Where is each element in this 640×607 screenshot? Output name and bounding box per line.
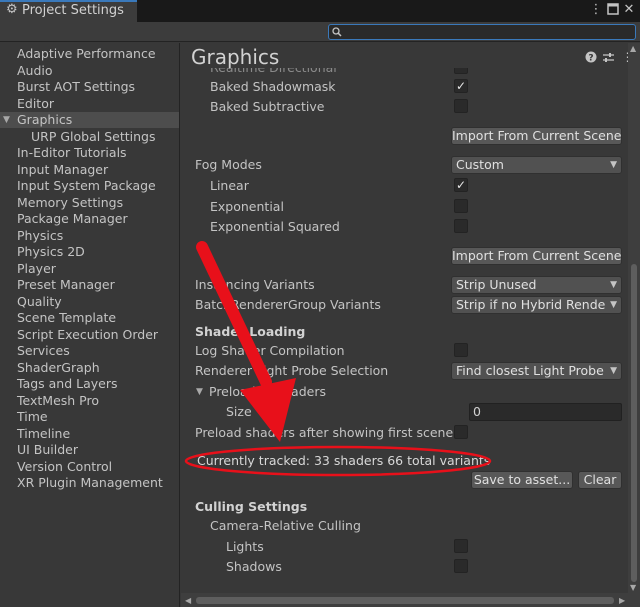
sidebar-item-memory-settings[interactable]: Memory Settings	[0, 195, 179, 211]
preloaded-shaders-foldout-icon[interactable]: ▼	[196, 384, 203, 400]
sidebar-item-services[interactable]: Services	[0, 343, 179, 359]
scroll-right-arrow-icon[interactable]: ▶	[619, 596, 625, 606]
light-probe-selection-label: Renderer Light Probe Selection	[195, 363, 389, 378]
log-shader-compilation-checkbox[interactable]	[454, 343, 468, 357]
fog-modes-label: Fog Modes	[195, 157, 262, 172]
linear-checkbox[interactable]: ✓	[454, 178, 468, 192]
preload-after-first-scene-checkbox[interactable]	[454, 425, 468, 439]
instancing-variants-dropdown[interactable]: Strip Unused ▼	[451, 276, 622, 294]
expand-triangle-icon[interactable]: ▼	[3, 112, 10, 128]
window-title: Project Settings	[22, 3, 124, 18]
brg-variants-label: BatchRendererGroup Variants	[195, 297, 381, 312]
baked-shadowmask-checkbox[interactable]: ✓	[454, 79, 468, 93]
search-input[interactable]	[328, 24, 636, 40]
scroll-down-arrow-icon[interactable]: ▼	[630, 583, 636, 593]
baked-subtractive-checkbox[interactable]	[454, 99, 468, 113]
close-icon[interactable]: ✕	[622, 3, 636, 17]
shadows-checkbox[interactable]	[454, 559, 468, 573]
shadows-label: Shadows	[226, 559, 282, 574]
dropdown-arrow-icon: ▼	[610, 160, 617, 170]
clear-button[interactable]: Clear	[578, 471, 622, 489]
sidebar-item-burst-aot-settings[interactable]: Burst AOT Settings	[0, 79, 179, 95]
exponential-squared-checkbox[interactable]	[454, 219, 468, 233]
exponential-squared-label: Exponential Squared	[210, 219, 340, 234]
dropdown-arrow-icon: ▼	[610, 300, 617, 310]
svg-text:?: ?	[588, 53, 593, 63]
sidebar-item-input-manager[interactable]: Input Manager	[0, 162, 179, 178]
shader-loading-header: Shader Loading	[195, 324, 306, 339]
instancing-variants-label: Instancing Variants	[195, 277, 315, 292]
sidebar-item-time[interactable]: Time	[0, 409, 179, 425]
sidebar-item-preset-manager[interactable]: Preset Manager	[0, 277, 179, 293]
scroll-up-arrow-icon[interactable]: ▲	[630, 44, 636, 54]
kebab-menu-icon[interactable]: ⋮	[589, 3, 603, 17]
log-shader-compilation-label: Log Shader Compilation	[195, 343, 345, 358]
sidebar-item-tags-and-layers[interactable]: Tags and Layers	[0, 376, 179, 392]
sidebar-item-input-system-package[interactable]: Input System Package	[0, 178, 179, 194]
sidebar-item-scene-template[interactable]: Scene Template	[0, 310, 179, 326]
linear-label: Linear	[210, 178, 249, 193]
brg-variants-dropdown[interactable]: Strip if no Hybrid Renderer ▼	[451, 296, 622, 314]
dropdown-arrow-icon: ▼	[610, 366, 617, 376]
vertical-scrollbar-thumb[interactable]	[631, 264, 637, 582]
sidebar-item-editor[interactable]: Editor	[0, 96, 179, 112]
sidebar-item-textmesh-pro[interactable]: TextMesh Pro	[0, 393, 179, 409]
sidebar-item-in-editor-tutorials[interactable]: In-Editor Tutorials	[0, 145, 179, 161]
sidebar-item-adaptive-performance[interactable]: Adaptive Performance	[0, 46, 179, 62]
window-tab[interactable]: ⚙ Project Settings	[0, 0, 137, 22]
horizontal-scrollbar-thumb[interactable]	[196, 597, 614, 604]
dropdown-arrow-icon: ▼	[610, 280, 617, 290]
scroll-left-arrow-icon[interactable]: ◀	[185, 596, 191, 606]
exponential-label: Exponential	[210, 199, 284, 214]
sidebar-item-script-execution-order[interactable]: Script Execution Order	[0, 327, 179, 343]
help-icon[interactable]: ?	[584, 51, 597, 64]
sidebar-item-version-control[interactable]: Version Control	[0, 459, 179, 475]
sidebar-item-package-manager[interactable]: Package Manager	[0, 211, 179, 227]
sidebar-item-audio[interactable]: Audio	[0, 63, 179, 79]
sidebar-item-xr-plugin-management[interactable]: XR Plugin Management	[0, 475, 179, 491]
maximize-icon[interactable]	[606, 3, 620, 17]
light-probe-selection-dropdown[interactable]: Find closest Light Probe ▼	[451, 362, 622, 380]
search-icon	[332, 25, 344, 39]
import-from-current-scene-button[interactable]: Import From Current Scene	[451, 127, 622, 145]
save-to-asset-button[interactable]: Save to asset...	[471, 471, 573, 489]
import-from-current-scene-button-2[interactable]: Import From Current Scene	[451, 247, 622, 265]
sidebar-item-physics-2d[interactable]: Physics 2D	[0, 244, 179, 260]
currently-tracked-text: Currently tracked: 33 shaders 66 total v…	[197, 453, 491, 468]
baked-shadowmask-label: Baked Shadowmask	[210, 79, 336, 94]
size-label: Size	[226, 404, 252, 419]
baked-subtractive-label: Baked Subtractive	[210, 99, 325, 114]
sidebar-item-graphics[interactable]: ▼ Graphics	[0, 112, 179, 128]
sidebar-item-ui-builder[interactable]: UI Builder	[0, 442, 179, 458]
preloaded-shaders-label: Preloaded Shaders	[209, 384, 326, 399]
size-field[interactable]: 0	[469, 403, 622, 421]
exponential-checkbox[interactable]	[454, 199, 468, 213]
checkmark-icon: ✓	[456, 79, 467, 93]
sidebar-item-timeline[interactable]: Timeline	[0, 426, 179, 442]
fog-modes-dropdown[interactable]: Custom ▼	[451, 156, 622, 174]
preload-after-first-scene-label: Preload shaders after showing first scen…	[195, 425, 454, 440]
lights-label: Lights	[226, 539, 264, 554]
sidebar-item-physics[interactable]: Physics	[0, 228, 179, 244]
culling-settings-header: Culling Settings	[195, 499, 308, 514]
preset-sliders-icon[interactable]	[602, 51, 615, 64]
checkmark-icon: ✓	[456, 178, 467, 192]
lights-checkbox[interactable]	[454, 539, 468, 553]
gear-icon: ⚙	[6, 2, 18, 17]
sidebar-item-quality[interactable]: Quality	[0, 294, 179, 310]
camera-relative-culling-label: Camera-Relative Culling	[210, 518, 361, 533]
sidebar-item-shadergraph[interactable]: ShaderGraph	[0, 360, 179, 376]
settings-sidebar: Adaptive Performance Audio Burst AOT Set…	[0, 43, 180, 607]
page-title: Graphics	[191, 45, 280, 69]
sidebar-item-urp-global-settings[interactable]: URP Global Settings	[0, 129, 179, 145]
sidebar-item-player[interactable]: Player	[0, 261, 179, 277]
